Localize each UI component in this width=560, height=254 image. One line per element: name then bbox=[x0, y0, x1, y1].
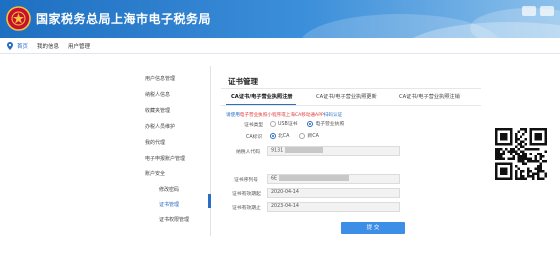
taxpayer-code-label: 纳税人代码 bbox=[236, 150, 260, 155]
qr-code-icon bbox=[495, 128, 547, 180]
header-button[interactable] bbox=[540, 6, 554, 16]
breadcrumb-item[interactable]: 用户管理 bbox=[68, 42, 90, 50]
valid-from-field[interactable]: 2020-04-14 bbox=[267, 188, 400, 198]
breadcrumb-home[interactable]: 首页 bbox=[17, 42, 28, 50]
sidebar-item-account-security[interactable]: 账户安全 bbox=[145, 170, 165, 177]
valid-to-field[interactable]: 2023-04-14 bbox=[267, 202, 400, 212]
radio-license[interactable] bbox=[307, 120, 314, 127]
sidebar-item-cert-permission[interactable]: 证书权限管理 bbox=[159, 216, 189, 223]
tab-update[interactable]: CA证书/电子营业执照更新 bbox=[316, 93, 377, 100]
page: 国家税务总局上海市电子税务局 首页 我的信息 用户管理 用户信息管理 纳税人信息… bbox=[0, 0, 560, 254]
sidebar-item-cert-management[interactable]: 证书管理 bbox=[159, 201, 179, 208]
sidebar: 用户信息管理 纳税人信息 收藏夹管理 办税人员维护 我的代理 电子申报账户管理 … bbox=[145, 66, 211, 236]
valid-to-label: 证书有效期止 bbox=[232, 206, 261, 211]
taxpayer-code-field[interactable]: 9131 bbox=[267, 146, 400, 156]
ca-bei-option[interactable]: 北CA bbox=[270, 132, 289, 139]
tab-cancel[interactable]: CA证书/电子营业执照注销 bbox=[399, 93, 460, 100]
cert-serial-label: 证书序列号 bbox=[234, 178, 258, 183]
notice-text: 请使用电子营业执照小程序或上海CA移动通APP扫码认证 bbox=[226, 113, 343, 118]
ca-radio-group: 北CA 新CA bbox=[270, 132, 329, 139]
sidebar-item-change-password[interactable]: 修改密码 bbox=[159, 186, 179, 193]
radio-xin-ca[interactable] bbox=[299, 132, 306, 139]
ca-xin-option[interactable]: 新CA bbox=[299, 132, 319, 139]
sidebar-item-favorites[interactable]: 收藏夹管理 bbox=[145, 107, 170, 114]
ca-label: CA标识 bbox=[246, 135, 263, 140]
redaction-mask bbox=[279, 175, 350, 181]
tax-emblem-icon bbox=[6, 6, 31, 31]
sidebar-item-user-info[interactable]: 用户信息管理 bbox=[145, 75, 175, 82]
tab-bar: CA证书/电子营业执照注册 CA证书/电子营业执照更新 CA证书/电子营业执照注… bbox=[221, 92, 481, 104]
cert-serial-field[interactable]: 6E bbox=[267, 174, 400, 184]
submit-button[interactable]: 提 交 bbox=[341, 222, 405, 234]
cert-type-license-option[interactable]: 电子营业执照 bbox=[307, 120, 344, 127]
page-title: 证书管理 bbox=[228, 77, 258, 86]
radio-bei-ca[interactable] bbox=[270, 132, 276, 139]
breadcrumb-item[interactable]: 我的信息 bbox=[37, 42, 59, 50]
location-pin-icon bbox=[7, 41, 13, 50]
radio-usb[interactable] bbox=[270, 120, 276, 127]
valid-from-label: 证书有效期起 bbox=[232, 192, 261, 197]
sidebar-item-staff[interactable]: 办税人员维护 bbox=[145, 123, 175, 130]
site-title: 国家税务总局上海市电子税务局 bbox=[36, 12, 212, 26]
tab-register[interactable]: CA证书/电子营业执照注册 bbox=[231, 93, 293, 100]
sidebar-item-taxpayer-info[interactable]: 纳税人信息 bbox=[145, 91, 170, 98]
sidebar-item-e-filing-account[interactable]: 电子申报账户管理 bbox=[145, 155, 185, 162]
sidebar-active-indicator bbox=[208, 194, 211, 208]
cert-type-usb-option[interactable]: USB证书 bbox=[270, 120, 297, 127]
breadcrumb: 首页 我的信息 用户管理 bbox=[0, 38, 560, 54]
site-header: 国家税务总局上海市电子税务局 bbox=[0, 0, 560, 38]
cert-type-radio-group: USB证书 电子营业执照 bbox=[270, 120, 354, 127]
cert-type-label: 证书类型 bbox=[244, 123, 264, 128]
sidebar-item-agency[interactable]: 我的代理 bbox=[145, 139, 165, 146]
header-button[interactable] bbox=[522, 6, 536, 16]
redaction-mask bbox=[285, 147, 324, 153]
divider bbox=[221, 88, 481, 89]
divider bbox=[221, 105, 481, 106]
